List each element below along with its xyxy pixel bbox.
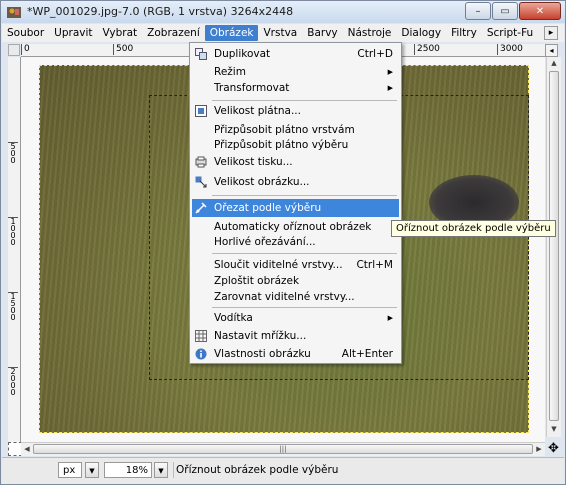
menu-item-configure-grid[interactable]: Nastavit mřížku...	[192, 327, 399, 345]
canvas-size-icon	[195, 105, 207, 117]
menu-soubor[interactable]: Soubor	[2, 25, 49, 41]
menu-item-guides[interactable]: Vodítka ▶	[192, 309, 399, 327]
menu-separator	[212, 195, 397, 196]
menu-zobrazeni[interactable]: Zobrazení	[142, 25, 205, 41]
menu-obrazek[interactable]: Obrázek	[204, 25, 259, 41]
navigate-icon[interactable]: ✥	[547, 442, 560, 455]
menu-item-fit-canvas-selection[interactable]: Přizpůsobit plátno výběru	[192, 136, 399, 154]
menu-item-canvas-size[interactable]: Velikost plátna...	[192, 102, 399, 120]
ruler-label: 2 0 0 0	[8, 367, 18, 397]
duplicate-icon	[195, 48, 207, 60]
menu-item-image-properties[interactable]: Vlastnosti obrázku Alt+Enter	[192, 345, 399, 363]
menu-separator	[212, 253, 397, 254]
scroll-down-icon[interactable]: ▼	[548, 423, 560, 435]
tooltip: Oříznout obrázek podle výběru	[391, 220, 556, 237]
title-bar[interactable]: *WP_001029.jpg-7.0 (RGB, 1 vrstva) 3264x…	[1, 1, 565, 23]
menu-filtry[interactable]: Filtry	[446, 25, 482, 41]
print-size-icon	[195, 156, 207, 168]
menu-item-crop-to-selection[interactable]: Ořezat podle výběru	[192, 199, 399, 217]
menu-vrstva[interactable]: Vrstva	[258, 25, 302, 41]
unit-selector[interactable]: px	[58, 462, 82, 478]
submenu-arrow-icon: ▶	[387, 314, 393, 322]
ruler-label: 3000	[497, 44, 523, 55]
vertical-scrollbar[interactable]: ▲ ▼	[546, 57, 561, 437]
minimize-button[interactable]: –	[465, 2, 491, 20]
menu-separator	[212, 100, 397, 101]
close-button[interactable]: ✕	[519, 2, 561, 20]
grid-icon	[195, 330, 207, 342]
menu-item-zealous-crop[interactable]: Horlivé ořezávání...	[192, 233, 399, 251]
scale-image-icon	[195, 176, 207, 188]
crop-icon	[195, 202, 207, 214]
menu-vybrat[interactable]: Vybrat	[98, 25, 143, 41]
menu-nastroje[interactable]: Nástroje	[343, 25, 397, 41]
zoom-to-window-icon[interactable]: ◂	[545, 44, 558, 57]
unit-dropdown-icon[interactable]: ▼	[85, 462, 99, 478]
gimp-app-icon	[7, 7, 21, 18]
ruler-label: 0	[21, 44, 30, 55]
info-icon	[195, 348, 207, 360]
vertical-ruler[interactable]: 5 0 0 1 0 0 0 1 5 0 0 2 0 0 0	[8, 57, 21, 442]
image-menu-dropdown: Duplikovat Ctrl+D Režim ▶ Transformovat …	[189, 42, 402, 364]
ruler-corner-menu-button[interactable]	[8, 44, 20, 56]
status-message: Oříznout obrázek podle výběru	[173, 462, 566, 478]
menu-item-transform[interactable]: Transformovat ▶	[192, 79, 399, 97]
menu-separator	[212, 307, 397, 308]
scroll-right-icon[interactable]: ▶	[533, 443, 545, 455]
window-title: *WP_001029.jpg-7.0 (RGB, 1 vrstva) 3264x…	[27, 5, 294, 18]
ruler-label: 5 0 0	[8, 142, 18, 165]
gimp-image-window: *WP_001029.jpg-7.0 (RGB, 1 vrstva) 3264x…	[0, 0, 566, 485]
scroll-left-icon[interactable]: ◀	[21, 443, 33, 455]
scroll-up-icon[interactable]: ▲	[548, 57, 560, 69]
status-bar: px ▼ 18% ▼ Oříznout obrázek podle výběru	[2, 457, 564, 484]
menu-upravit[interactable]: Upravit	[49, 25, 97, 41]
ruler-label: 500	[113, 44, 133, 55]
menu-arrow-icon[interactable]: ▸	[544, 26, 558, 40]
ruler-label: 1 0 0 0	[8, 217, 18, 247]
horizontal-scroll-thumb[interactable]: |||	[33, 444, 533, 454]
menu-script-fu[interactable]: Script-Fu	[482, 25, 538, 41]
maximize-button[interactable]: ▭	[492, 2, 518, 20]
vertical-scroll-thumb[interactable]	[549, 71, 559, 421]
menubar: Soubor Upravit Vybrat Zobrazení Obrázek …	[2, 24, 564, 42]
menu-item-align-visible[interactable]: Zarovnat viditelné vrstvy...	[192, 288, 399, 306]
ruler-label: 1 5 0 0	[8, 292, 18, 322]
menu-item-scale-image[interactable]: Velikost obrázku...	[192, 173, 399, 191]
menu-barvy[interactable]: Barvy	[302, 25, 342, 41]
window-controls: – ▭ ✕	[464, 2, 561, 20]
quick-mask-toggle[interactable]	[8, 442, 22, 456]
zoom-dropdown-icon[interactable]: ▼	[154, 462, 168, 478]
menu-item-print-size[interactable]: Velikost tisku...	[192, 153, 399, 171]
ruler-label: 2500	[414, 44, 440, 55]
menu-item-duplicate[interactable]: Duplikovat Ctrl+D	[192, 45, 399, 63]
horizontal-scrollbar[interactable]: ◀ ||| ▶	[21, 442, 545, 456]
zoom-field[interactable]: 18%	[104, 462, 152, 478]
submenu-arrow-icon: ▶	[387, 84, 393, 92]
menu-dialogy[interactable]: Dialogy	[396, 25, 446, 41]
